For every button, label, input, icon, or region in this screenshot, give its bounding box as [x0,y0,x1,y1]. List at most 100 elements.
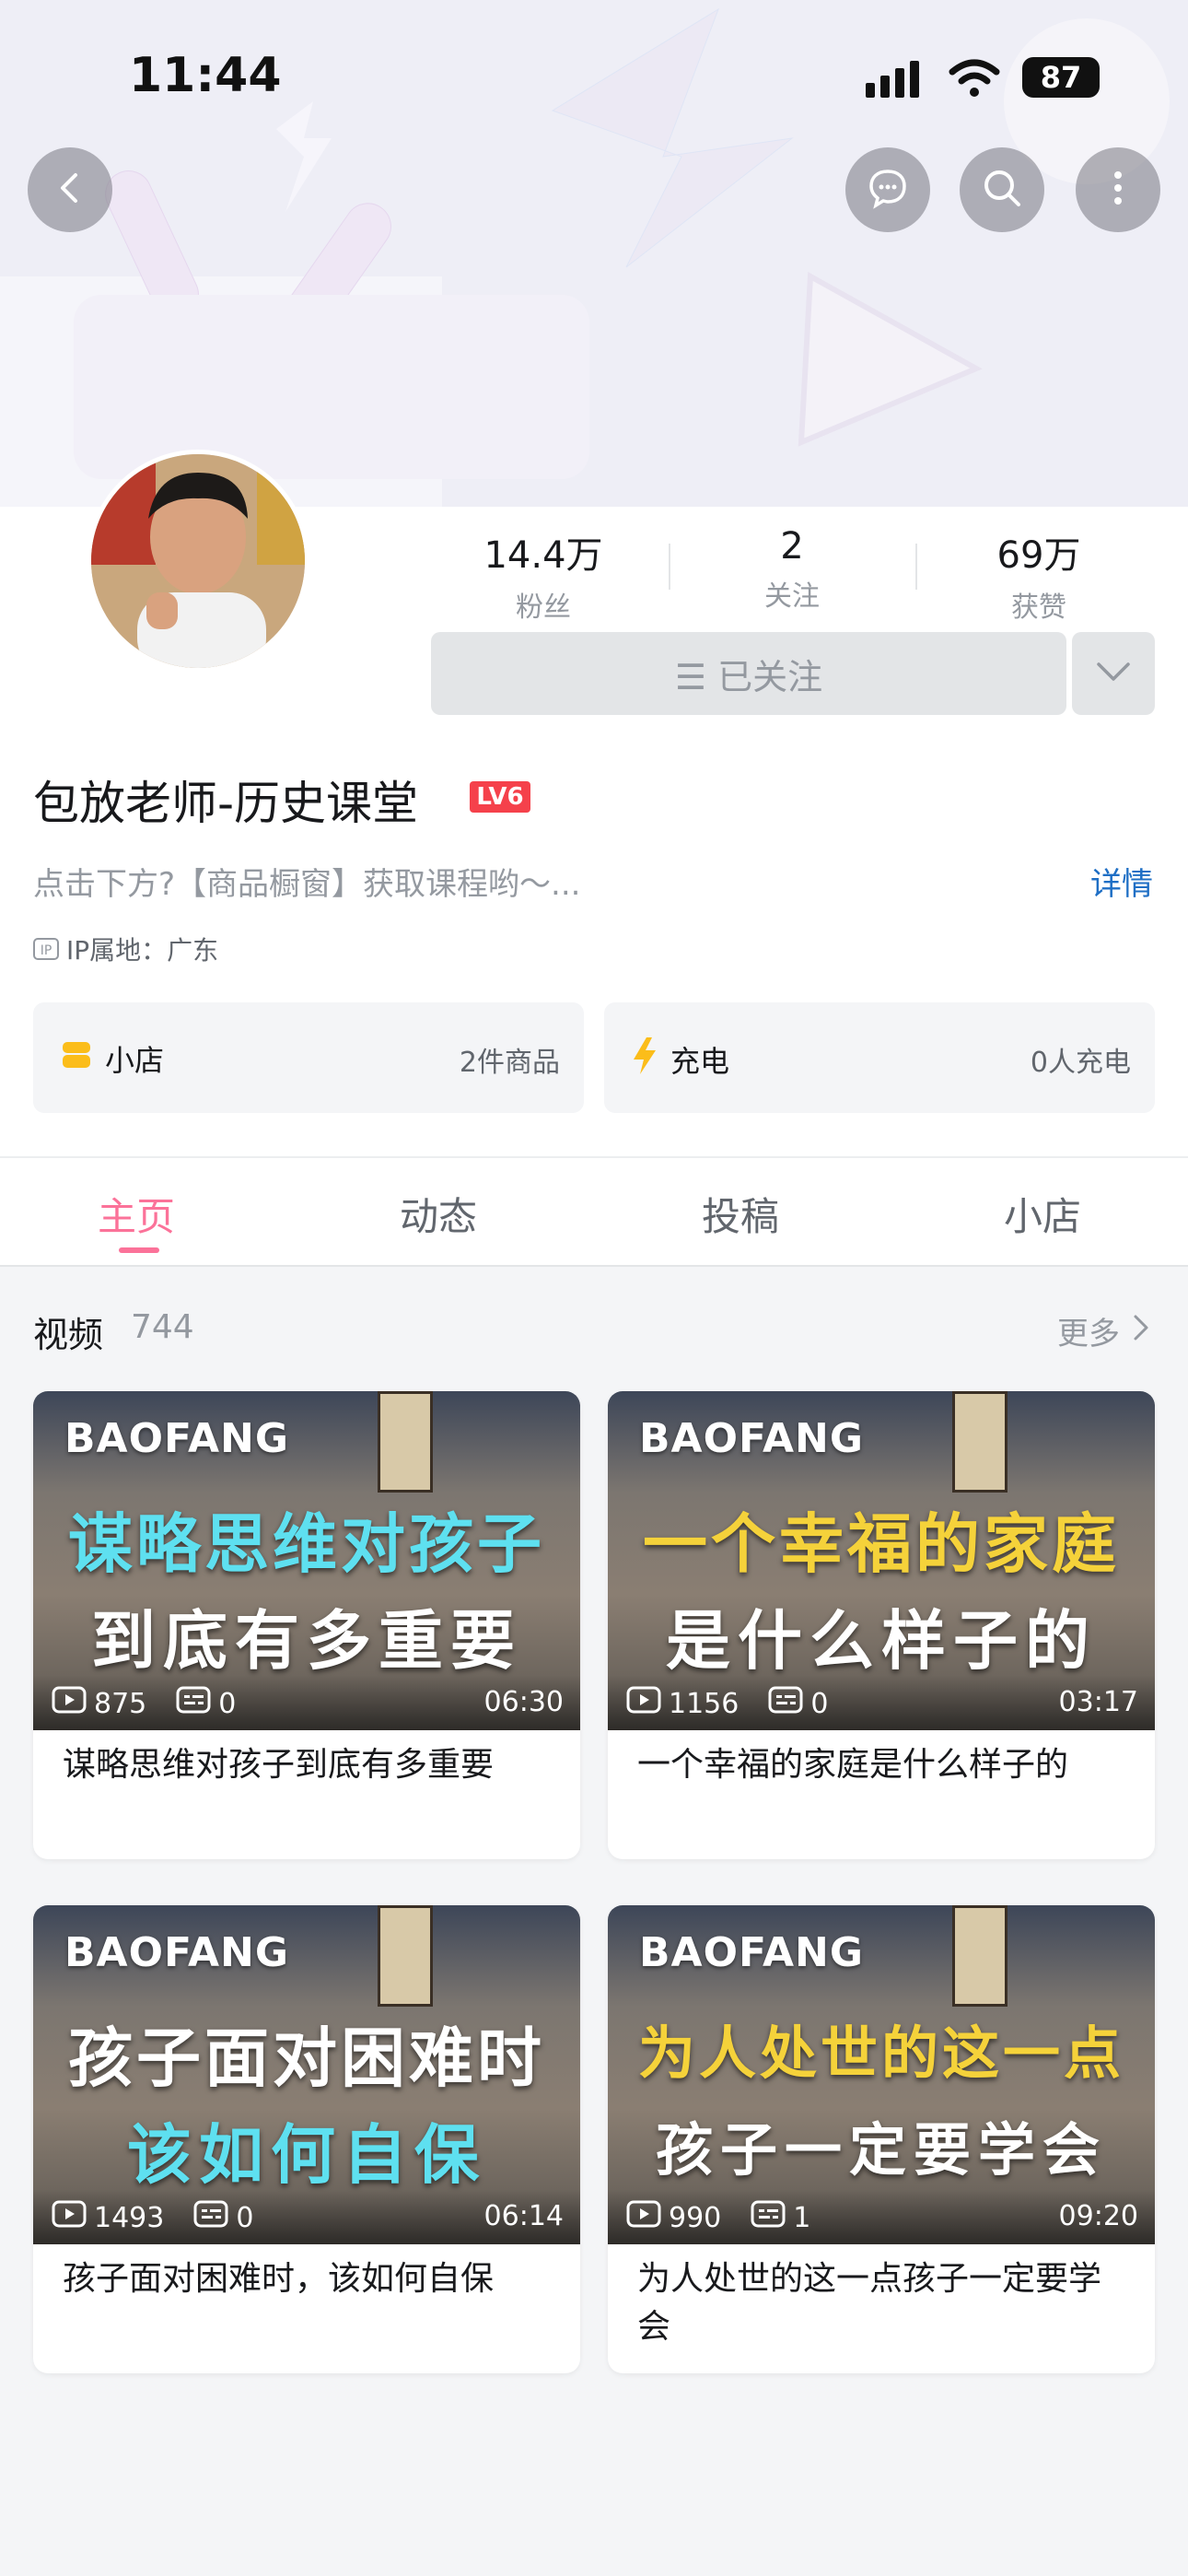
avatar-image [91,454,305,668]
danmaku-icon [176,1686,211,1721]
ip-icon: IP [33,938,59,960]
wifi-icon [949,57,1000,101]
danmaku-count: 0 [218,1687,237,1720]
message-button[interactable] [845,147,930,232]
detail-link[interactable]: 详情 [1090,859,1153,904]
tab-bar: 主页 动态 投稿 小店 [0,1156,1188,1267]
book-prop [378,1391,433,1493]
battery-level: 87 [1040,60,1082,95]
back-icon [52,170,88,210]
danmaku-icon [751,2200,786,2235]
stat-divider [915,544,917,590]
chevron-down-icon [1095,661,1132,686]
video-title[interactable]: 为人处世的这一点孩子一定要学会 [637,2255,1125,2351]
tab-submissions[interactable]: 投稿 [702,1186,779,1242]
video-meta: 1493 0 06:14 [33,2189,580,2244]
play-count-icon [52,1686,87,1721]
play-count-icon [52,2200,87,2235]
videos-count: 744 [131,1308,194,1346]
more-button[interactable] [1076,147,1160,232]
thumbnail-brand: BAOFANG [64,1415,289,1462]
video-card[interactable]: BAOFANG 谋略思维对孩子 到底有多重要 875 0 06:30 谋略思维对… [33,1391,580,1859]
ip-label: IP属地：广东 [66,935,219,966]
shop-icon [61,1040,92,1077]
video-thumbnail[interactable]: BAOFANG 孩子面对困难时 该如何自保 1493 0 06:14 [33,1905,580,2244]
stat-likes[interactable]: 69万 获赞 [947,525,1131,625]
video-title[interactable]: 一个幸福的家庭是什么样子的 [637,1741,1125,1789]
thumbnail-line2: 孩子一定要学会 [655,2116,1107,2184]
thumbnail-line1: 谋略思维对孩子 [68,1506,545,1582]
thumbnail-line2: 是什么样子的 [666,1603,1097,1679]
danmaku-icon [768,1686,803,1721]
video-card[interactable]: BAOFANG 孩子面对困难时 该如何自保 1493 0 06:14 孩子面对困… [33,1905,580,2373]
danmaku-count: 0 [236,2201,254,2234]
book-prop [952,1905,1007,2007]
video-title[interactable]: 谋略思维对孩子到底有多重要 [63,1741,551,1789]
thumbnail-line1: 为人处世的这一点 [637,2020,1124,2087]
play-count: 990 [669,2201,722,2234]
stat-fans-label: 粉丝 [516,591,571,624]
thumbnail-brand: BAOFANG [64,1929,289,1976]
follow-options-button[interactable] [1072,632,1155,715]
stat-likes-value: 69万 [996,534,1081,577]
video-duration: 06:30 [483,1686,564,1718]
signal-icon [866,61,925,101]
thumbnail-brand: BAOFANG [639,1929,864,1976]
tab-dynamics[interactable]: 动态 [400,1186,477,1242]
level-badge: LV6 [470,781,530,813]
video-thumbnail[interactable]: BAOFANG 为人处世的这一点 孩子一定要学会 990 1 09:20 [608,1905,1155,2244]
book-prop [952,1391,1007,1493]
stat-following[interactable]: 2 关注 [700,525,884,614]
tab-home[interactable]: 主页 [98,1186,175,1242]
book-prop [378,1905,433,2007]
shop-card[interactable]: 小店 2件商品 [33,1002,584,1113]
status-time: 11:44 [129,48,282,103]
danmaku-icon [193,2200,228,2235]
avatar[interactable] [87,450,309,673]
video-card[interactable]: BAOFANG 为人处世的这一点 孩子一定要学会 990 1 09:20 为人处… [608,1905,1155,2373]
followed-button[interactable]: ☰ 已关注 [431,632,1066,715]
stat-fans-value: 14.4万 [483,534,603,577]
video-meta: 875 0 06:30 [33,1675,580,1730]
thumbnail-brand: BAOFANG [639,1415,864,1462]
thumbnail-line2: 该如何自保 [127,2117,486,2193]
lightning-icon [632,1037,658,1082]
thumbnail-line1: 一个幸福的家庭 [643,1506,1120,1582]
play-count: 1156 [669,1687,740,1720]
play-count-icon [626,1686,661,1721]
message-icon [866,166,910,214]
charge-info: 0人充电 [1030,1047,1131,1079]
video-meta: 1156 0 03:17 [608,1675,1155,1730]
user-signature[interactable]: 点击下方?【商品橱窗】获取课程哟～... [33,859,580,904]
chevron-right-icon [1133,1313,1149,1350]
stat-fans[interactable]: 14.4万 粉丝 [451,525,635,625]
videos-section-title: 视频 [33,1315,104,1355]
tab-shop[interactable]: 小店 [1004,1186,1081,1242]
stat-divider [669,544,670,590]
video-thumbnail[interactable]: BAOFANG 一个幸福的家庭 是什么样子的 1156 0 03:17 [608,1391,1155,1730]
ip-location: IP IP属地：广东 [33,931,218,967]
stat-following-value: 2 [780,525,804,568]
stat-following-label: 关注 [764,580,820,613]
shop-info: 2件商品 [459,1047,560,1079]
play-count-icon [626,2200,661,2235]
play-count: 875 [94,1687,147,1720]
video-title[interactable]: 孩子面对困难时，该如何自保 [63,2255,551,2303]
back-button[interactable] [28,147,112,232]
charge-card[interactable]: 充电 0人充电 [604,1002,1155,1113]
search-button[interactable] [960,147,1044,232]
user-name: 包放老师-历史课堂 [33,777,419,830]
videos-more-link[interactable]: 更多 [1057,1308,1149,1353]
shop-label: 小店 [105,1043,165,1078]
video-duration: 06:14 [483,2200,564,2232]
more-label: 更多 [1057,1316,1120,1352]
video-meta: 990 1 09:20 [608,2189,1155,2244]
search-icon [980,166,1024,214]
followed-label: ☰ 已关注 [674,656,823,697]
video-card[interactable]: BAOFANG 一个幸福的家庭 是什么样子的 1156 0 03:17 一个幸福… [608,1391,1155,1859]
video-duration: 09:20 [1058,2200,1138,2232]
thumbnail-line1: 孩子面对困难时 [68,2020,545,2096]
video-duration: 03:17 [1058,1686,1138,1718]
status-bar: 11:44 87 [0,0,1188,157]
video-thumbnail[interactable]: BAOFANG 谋略思维对孩子 到底有多重要 875 0 06:30 [33,1391,580,1730]
